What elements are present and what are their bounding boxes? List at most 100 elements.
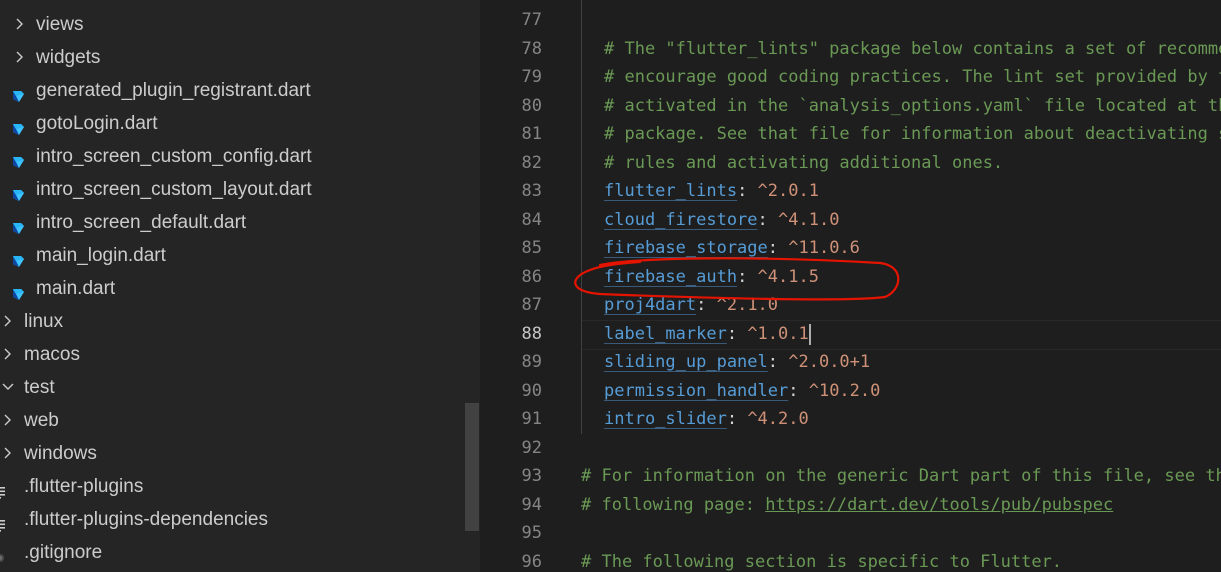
dependency-name: label_marker <box>604 323 727 344</box>
code-comment-line: # activated in the `analysis_options.yam… <box>604 92 1221 121</box>
colon-separator: : <box>737 181 758 201</box>
dependency-version: ^11.0.6 <box>788 238 860 258</box>
explorer-folder-item[interactable]: views <box>0 8 465 41</box>
line-number: 80 <box>521 95 542 116</box>
line-number: 85 <box>521 238 542 258</box>
line-number: 83 <box>521 181 542 201</box>
comment-text: # The "flutter_lints" package below cont… <box>604 38 1221 59</box>
dependency-version: ^2.1.0 <box>716 295 779 315</box>
explorer-item-label: intro_screen_custom_config.dart <box>36 146 312 167</box>
text-file-icon <box>0 511 8 532</box>
dependency-name: cloud_firestore <box>604 209 758 230</box>
chevron-down-icon <box>0 371 14 404</box>
dependency-line: label_marker: ^1.0.1 <box>604 320 809 349</box>
chevron-right-icon <box>12 8 26 41</box>
line-number: 94 <box>521 494 542 515</box>
pubspec-link[interactable]: https://dart.dev/tools/pub/pubspec <box>765 495 1113 515</box>
chevron-right-icon <box>0 437 14 470</box>
explorer-folder-item[interactable]: linux <box>0 305 465 338</box>
line-number: 77 <box>521 10 542 30</box>
dependency-line: proj4dart: ^2.1.0 <box>604 291 778 320</box>
line-number: 91 <box>521 409 542 429</box>
explorer-folder-item[interactable]: web <box>0 404 465 437</box>
colon-separator: : <box>788 380 809 401</box>
colon-separator: : <box>767 352 789 372</box>
explorer-scrollbar[interactable] <box>465 403 479 531</box>
colon-separator: : <box>767 238 789 258</box>
explorer-item-label: linux <box>24 311 64 332</box>
explorer-item-label: web <box>24 410 59 431</box>
explorer-file-item[interactable]: intro_screen_custom_config.dart <box>0 140 465 173</box>
dependency-line: sliding_up_panel: ^2.0.0+1 <box>604 348 870 377</box>
code-comment-line: # package. See that file for information… <box>604 120 1221 149</box>
dependency-name: proj4dart <box>604 295 697 315</box>
explorer-folder-item[interactable]: widgets <box>0 41 465 74</box>
explorer-file-item[interactable]: gotoLogin.dart <box>0 107 465 140</box>
explorer-item-label: windows <box>24 443 97 464</box>
explorer-file-item[interactable]: intro_screen_default.dart <box>0 206 465 239</box>
code-comment-line: # The following section is specific to F… <box>581 548 1062 572</box>
line-number: 87 <box>521 295 542 315</box>
explorer-item-label: .gitignore <box>24 542 103 563</box>
explorer-item-label: main_login.dart <box>36 245 166 266</box>
line-number: 84 <box>521 209 542 230</box>
dependency-version: ^10.2.0 <box>808 380 881 401</box>
explorer-file-item[interactable]: .flutter-plugins-dependencies <box>0 503 465 536</box>
dart-file-icon <box>10 247 26 267</box>
comment-text: # activated in the `analysis_options.yam… <box>604 95 1221 116</box>
explorer-item-label: intro_screen_default.dart <box>36 212 247 233</box>
explorer-file-item[interactable]: main.dart <box>0 272 465 305</box>
dart-file-icon <box>10 115 26 135</box>
line-number: 93 <box>521 466 542 486</box>
explorer-item-label: views <box>36 14 84 35</box>
explorer-folder-item[interactable]: windows <box>0 437 465 470</box>
colon-separator: : <box>696 295 717 315</box>
dependency-line: intro_slider: ^4.2.0 <box>604 405 809 434</box>
explorer-item-label: test <box>24 377 55 398</box>
line-number: 96 <box>521 551 542 572</box>
dart-file-icon <box>10 181 26 201</box>
colon-separator: : <box>726 409 748 429</box>
chevron-right-icon <box>0 404 14 437</box>
explorer-file-item[interactable]: .gitignore <box>0 536 465 569</box>
text-file-icon <box>0 478 8 499</box>
line-number: 95 <box>521 523 542 543</box>
code-comment-line: # encourage good coding practices. The l… <box>604 63 1221 92</box>
line-number: 81 <box>521 124 542 144</box>
chevron-right-icon <box>0 305 14 338</box>
indent-guide <box>581 0 582 434</box>
dependency-version: ^4.1.0 <box>778 209 840 230</box>
dependency-version: ^4.1.5 <box>757 266 819 287</box>
dart-file-icon <box>10 214 26 234</box>
explorer-file-item[interactable]: intro_screen_custom_layout.dart <box>0 173 465 206</box>
chevron-right-icon <box>12 41 26 74</box>
explorer-item-label: main.dart <box>36 278 116 299</box>
line-number: 92 <box>521 437 542 458</box>
explorer-file-item[interactable]: .flutter-plugins <box>0 470 465 503</box>
dependency-name: sliding_up_panel <box>604 352 768 372</box>
dependency-name: flutter_lints <box>604 181 738 201</box>
line-number: 82 <box>521 152 542 173</box>
code-editor[interactable]: 77 78 # The "flutter_lints" package below … <box>480 0 1221 572</box>
code-comment-line: # following page: https://dart.dev/tools… <box>581 491 1113 520</box>
explorer-folder-item[interactable]: test <box>0 371 465 404</box>
dependency-line: permission_handler: ^10.2.0 <box>604 377 880 406</box>
dependency-version: ^2.0.0+1 <box>788 352 871 372</box>
git-file-icon <box>0 544 8 562</box>
explorer-folder-item[interactable]: macos <box>0 338 465 371</box>
dependency-name: firebase_auth <box>604 266 738 287</box>
explorer-file-item[interactable]: main_login.dart <box>0 239 465 272</box>
dependency-version: ^2.0.1 <box>757 181 819 201</box>
explorer-file-item[interactable]: generated_plugin_registrant.dart <box>0 74 465 107</box>
line-number: 90 <box>521 380 542 401</box>
dependency-name: permission_handler <box>604 380 789 401</box>
explorer-item-label: generated_plugin_registrant.dart <box>36 80 311 101</box>
dependency-line: firebase_auth: ^4.1.5 <box>604 263 819 292</box>
dependency-name: firebase_storage <box>604 238 768 258</box>
dependency-version: ^1.0.1 <box>747 323 809 344</box>
explorer-item-label: widgets <box>36 47 101 68</box>
comment-text: # The following section is specific to F… <box>581 551 1063 572</box>
line-number: 86 <box>521 266 542 287</box>
explorer-item-label: macos <box>24 344 80 365</box>
dart-file-icon <box>10 280 26 300</box>
